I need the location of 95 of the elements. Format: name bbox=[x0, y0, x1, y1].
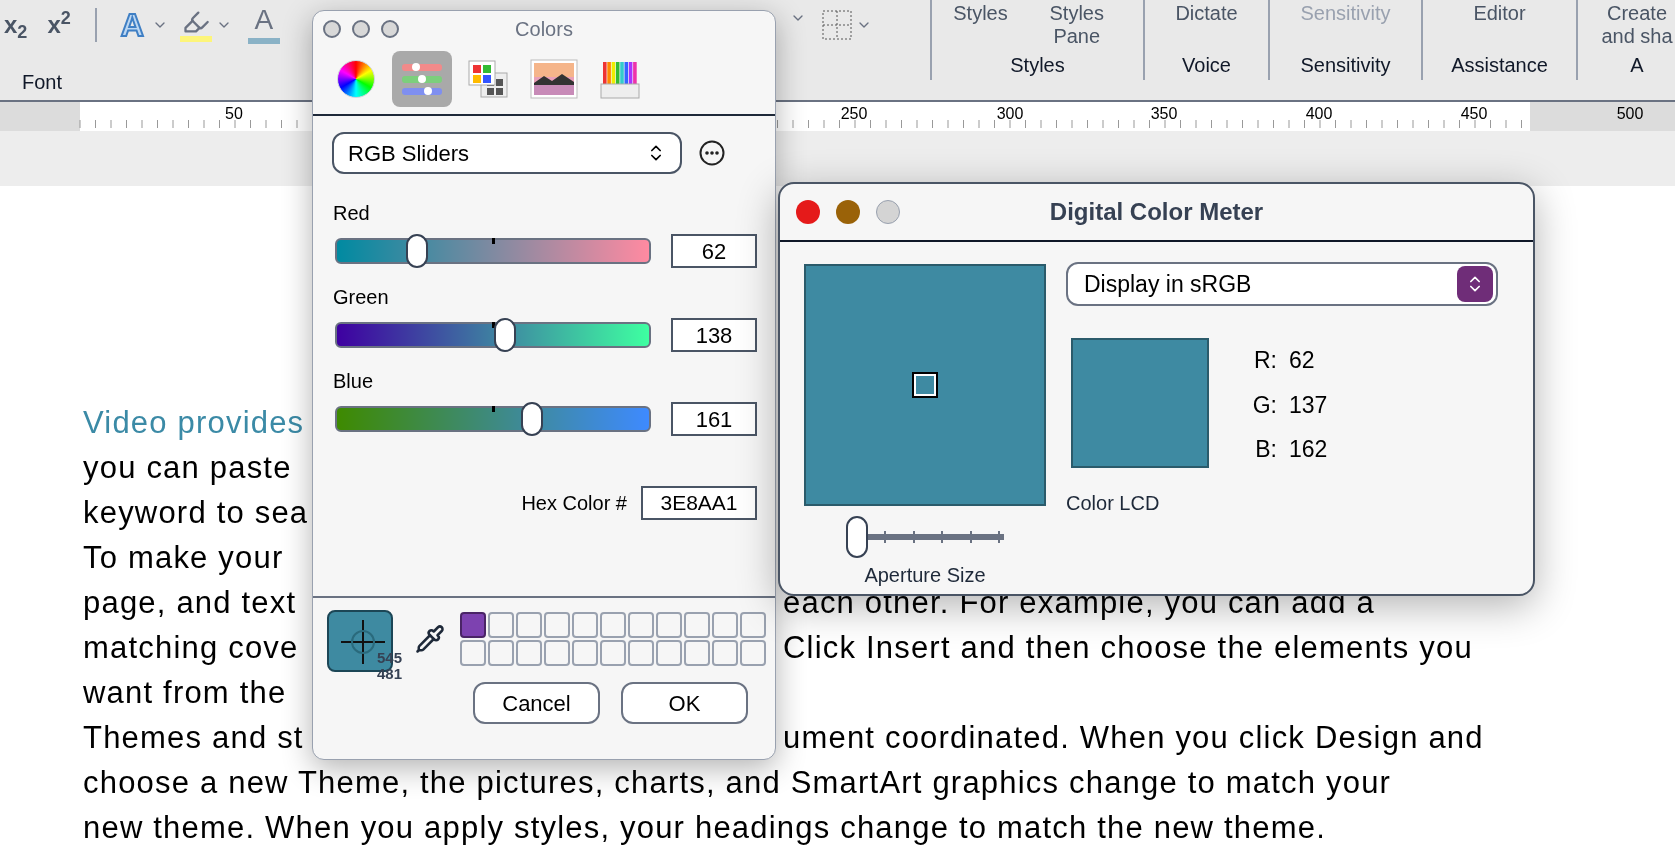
eyedropper-icon[interactable] bbox=[415, 622, 445, 656]
paragraph-text: Click Insert and then choose the elements you bbox=[783, 629, 1473, 667]
zoom-button[interactable] bbox=[876, 200, 900, 224]
display-name: Color LCD bbox=[1066, 491, 1160, 516]
empty-swatch[interactable] bbox=[572, 612, 598, 638]
palette-icon bbox=[467, 59, 509, 99]
empty-swatch[interactable] bbox=[600, 612, 626, 638]
paragraph-text: ument coordinated. When you click Design and bbox=[783, 719, 1484, 757]
color-wheel-icon bbox=[337, 60, 375, 98]
empty-swatch[interactable] bbox=[600, 640, 626, 666]
channel-value: 162 bbox=[1289, 435, 1328, 464]
value-field[interactable]: 138 bbox=[671, 318, 757, 352]
empty-swatch[interactable] bbox=[684, 640, 710, 666]
ruler-number: 450 bbox=[1460, 104, 1488, 124]
paragraph-text: want from the bbox=[83, 675, 287, 710]
heading-text: Video provides bbox=[83, 405, 305, 440]
group-label: Styles bbox=[1010, 53, 1065, 78]
paragraph-text: new theme. When you apply styles, your headings change to match the new theme. bbox=[83, 810, 1326, 845]
empty-swatch[interactable] bbox=[712, 640, 738, 666]
hex-label: Hex Color # bbox=[521, 491, 627, 516]
value-field[interactable]: 62 bbox=[671, 234, 757, 268]
slider-thumb[interactable] bbox=[520, 402, 543, 436]
ribbon-button[interactable]: Styles Pane bbox=[1031, 2, 1122, 48]
empty-swatch[interactable] bbox=[544, 612, 570, 638]
window-title: Colors bbox=[515, 17, 573, 42]
paragraph-text: matching cove bbox=[83, 630, 299, 665]
empty-swatch[interactable] bbox=[712, 612, 738, 638]
more-options-icon[interactable] bbox=[699, 140, 725, 166]
close-button[interactable] bbox=[796, 200, 820, 224]
channel-value: 137 bbox=[1289, 390, 1328, 420]
empty-swatch[interactable] bbox=[628, 640, 654, 666]
color-swatch[interactable] bbox=[460, 612, 486, 638]
ribbon-button[interactable]: Create and sha bbox=[1592, 2, 1675, 48]
hex-field[interactable]: 3E8AA1 bbox=[641, 486, 757, 520]
paragraph-text: page, and text bbox=[83, 585, 297, 620]
group-label: Voice bbox=[1182, 53, 1231, 78]
landscape-image-icon bbox=[530, 59, 578, 99]
group-label: Font bbox=[22, 70, 63, 95]
slider-thumb[interactable] bbox=[846, 516, 868, 558]
aperture-label: Aperture Size bbox=[864, 563, 986, 588]
slider-thumb[interactable] bbox=[494, 318, 517, 352]
highlighter-icon[interactable] bbox=[179, 8, 212, 42]
channel-label: G: bbox=[1251, 390, 1277, 420]
mode-popup[interactable]: RGB Sliders bbox=[332, 132, 682, 174]
cursor-coordinate: 481 bbox=[377, 666, 403, 682]
paragraph-text: you can paste bbox=[83, 450, 292, 485]
aperture-slider[interactable] bbox=[846, 516, 1004, 558]
ruler-number: 400 bbox=[1305, 104, 1333, 124]
slider-label: Red bbox=[333, 201, 370, 226]
empty-swatch[interactable] bbox=[684, 612, 710, 638]
slider-thumb[interactable] bbox=[406, 234, 429, 268]
ruler-number: 50 bbox=[225, 104, 243, 124]
paragraph-text: Themes and st bbox=[83, 720, 304, 755]
channel-label: R: bbox=[1253, 346, 1277, 375]
dialog-button[interactable]: Cancel bbox=[473, 682, 600, 724]
ribbon-button[interactable]: Dictate bbox=[1175, 2, 1238, 25]
ruler-number: 300 bbox=[996, 104, 1024, 124]
display-mode-popup[interactable]: Display in sRGB bbox=[1066, 262, 1498, 306]
empty-swatch[interactable] bbox=[516, 612, 542, 638]
empty-swatch[interactable] bbox=[516, 640, 542, 666]
group-label: Sensitivity bbox=[1300, 53, 1391, 78]
subscript-button[interactable]: x$_{2}$ bbox=[0, 7, 32, 43]
window-title: Digital Color Meter bbox=[1049, 197, 1264, 227]
empty-swatch[interactable] bbox=[460, 640, 486, 666]
aperture-square bbox=[914, 374, 936, 396]
paragraph-text: choose a new Theme, the pictures, charts, and SmartArt graphics change to match your bbox=[83, 765, 1392, 800]
dialog-button[interactable]: OK bbox=[621, 682, 748, 724]
empty-swatch[interactable] bbox=[740, 612, 766, 638]
paragraph-text: To make your bbox=[83, 540, 284, 575]
ribbon-button[interactable]: Styles bbox=[953, 2, 1008, 25]
superscript-button[interactable]: x$^{2}$ bbox=[43, 7, 75, 43]
empty-swatch[interactable] bbox=[656, 640, 682, 666]
slider-label: Green bbox=[333, 285, 389, 310]
paragraph-text: keyword to sea bbox=[83, 495, 309, 530]
ribbon-button[interactable]: Editor bbox=[1473, 2, 1526, 25]
ruler-number: 500 bbox=[1616, 104, 1644, 124]
sliders-icon bbox=[400, 61, 444, 97]
ruler-number: 350 bbox=[1150, 104, 1178, 124]
channel-label: B: bbox=[1254, 435, 1277, 464]
empty-swatch[interactable] bbox=[740, 640, 766, 666]
empty-swatch[interactable] bbox=[628, 612, 654, 638]
empty-swatch[interactable] bbox=[488, 640, 514, 666]
group-label: Assistance bbox=[1451, 53, 1548, 78]
empty-swatch[interactable] bbox=[488, 612, 514, 638]
ruler-number: 250 bbox=[840, 104, 868, 124]
slider-label: Blue bbox=[333, 369, 374, 394]
empty-swatch[interactable] bbox=[656, 612, 682, 638]
empty-swatch[interactable] bbox=[544, 640, 570, 666]
empty-swatch[interactable] bbox=[572, 640, 598, 666]
group-label: A bbox=[1630, 53, 1644, 78]
minimize-button[interactable] bbox=[836, 200, 860, 224]
value-field[interactable]: 161 bbox=[671, 402, 757, 436]
borders-icon[interactable] bbox=[822, 10, 852, 40]
channel-value: 62 bbox=[1289, 346, 1315, 375]
font-color-button[interactable]: A bbox=[243, 6, 284, 44]
